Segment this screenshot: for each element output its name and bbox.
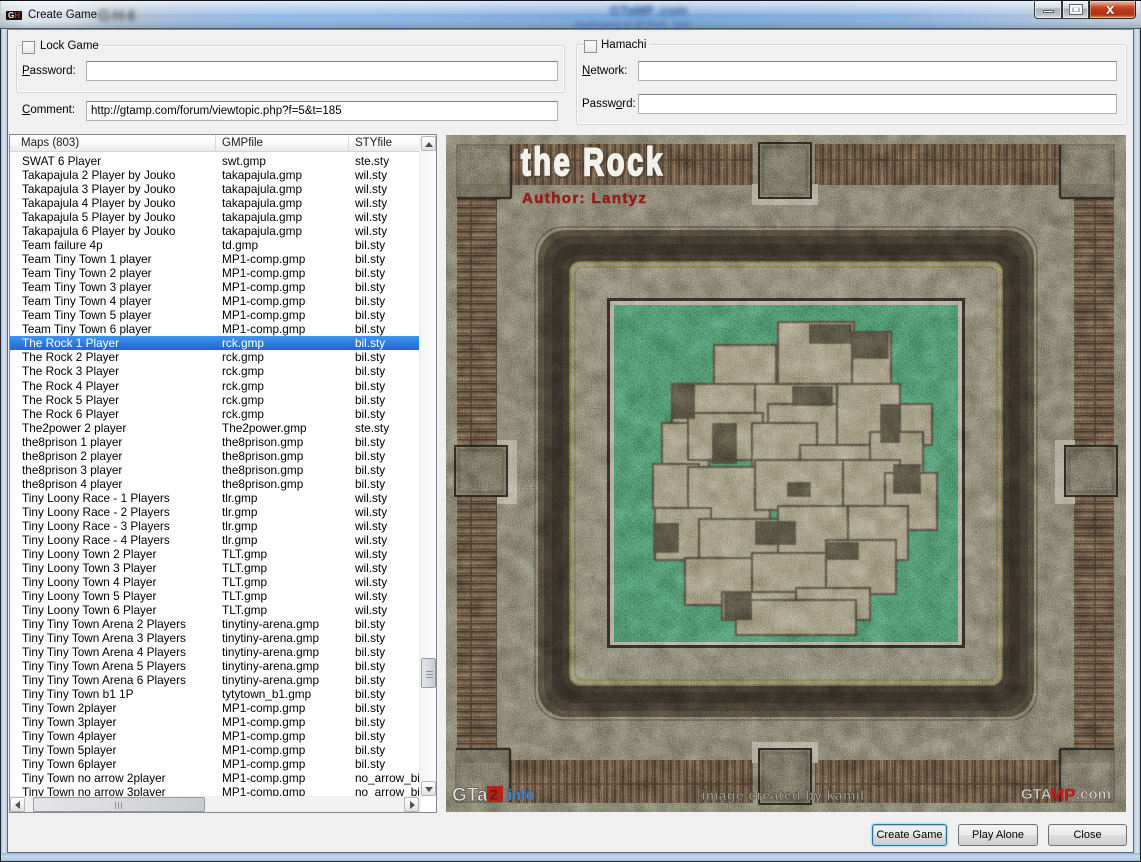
svg-text:.info: .info (504, 788, 535, 804)
svg-text:MP: MP (1050, 786, 1076, 805)
svg-text:Author: Lantyz: Author: Lantyz (522, 190, 647, 207)
svg-text:2: 2 (490, 787, 498, 804)
svg-text:.com: .com (1076, 786, 1111, 803)
svg-text:GTa: GTa (452, 785, 488, 806)
svg-text:GTA: GTA (1021, 786, 1052, 803)
svg-text:the Rock: the Rock (521, 141, 665, 184)
svg-text:image created by kamil: image created by kamil (702, 787, 865, 803)
